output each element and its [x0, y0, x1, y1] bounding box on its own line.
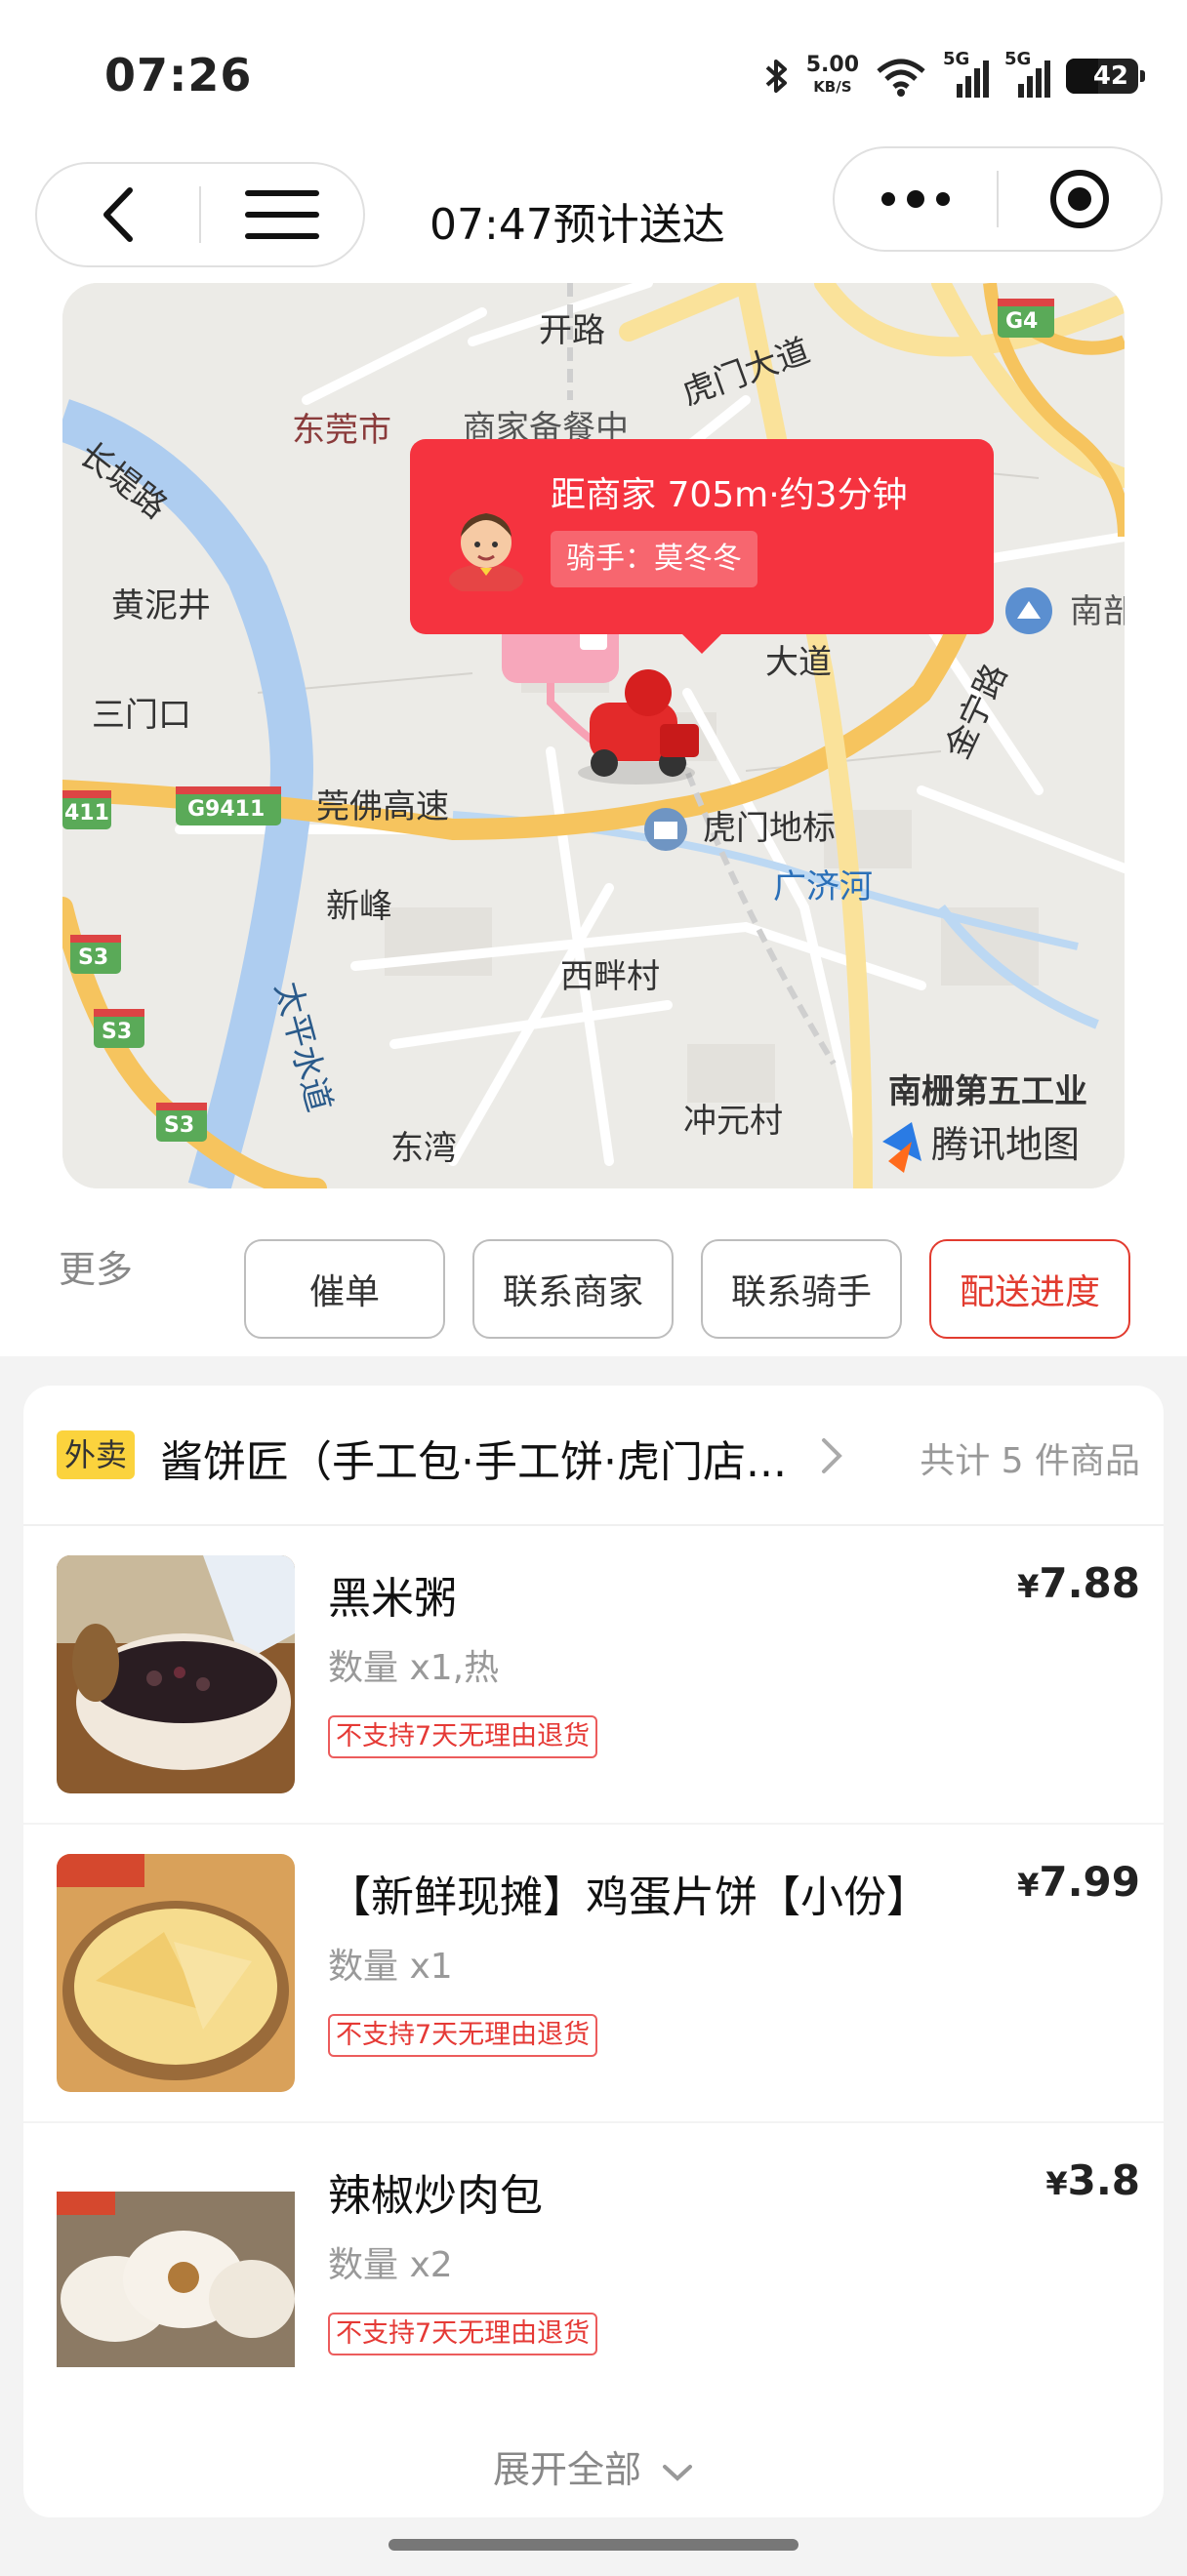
svg-text:腾讯地图: 腾讯地图 — [931, 1123, 1080, 1166]
more-button[interactable] — [835, 148, 997, 250]
order-actions: 更多 催单 联系商家 联系骑手 配送进度 — [0, 1188, 1187, 1356]
item-name: 辣椒炒肉包 — [328, 2171, 543, 2221]
item-image — [57, 1555, 295, 1793]
rider-avatar — [449, 513, 523, 591]
map-card: 长堤路 东莞市 商家备餐中 虎门大道 黄泥井 三门口 莞佛高速 新峰 虎门地标 … — [0, 283, 1187, 1356]
home-indicator[interactable] — [389, 2539, 798, 2551]
map-label: 虎门地标 — [703, 809, 836, 848]
item-price: ¥3.8 — [1045, 2156, 1140, 2204]
item-price: ¥7.99 — [1017, 1858, 1140, 1906]
no-return-tag: 不支持7天无理由退货 — [328, 2014, 598, 2057]
distance-text: 距商家 705m·约3分钟 — [551, 475, 908, 515]
s3-shield: S3 — [102, 1020, 132, 1044]
menu-button[interactable] — [201, 164, 363, 265]
battery-icon: 42 — [1066, 59, 1145, 94]
order-card: 外卖 酱饼匠（手工包·手工饼·虎门店... 共计 5 件商品 黑米粥 数量 x1… — [23, 1386, 1164, 2517]
item-name: 黑米粥 — [328, 1574, 457, 1624]
back-button[interactable] — [37, 164, 199, 265]
item-quantity: 数量 x1 — [328, 1947, 453, 1987]
rider-info-popup[interactable]: 距商家 705m·约3分钟 骑手：莫冬冬 — [410, 439, 994, 654]
signal-5g-icon: 5G — [943, 49, 989, 98]
no-return-tag: 不支持7天无理由退货 — [328, 1715, 598, 1758]
chevron-right-icon — [822, 1438, 842, 1473]
mini-program-capsule — [833, 146, 1163, 252]
map-label: 黄泥井 — [111, 586, 211, 625]
map-label: 西畔村 — [560, 957, 660, 996]
item-price: ¥7.88 — [1017, 1559, 1140, 1607]
takeout-tag: 外卖 — [57, 1430, 136, 1479]
item-quantity: 数量 x1,热 — [328, 1648, 500, 1688]
item-count: 共计 5 件商品 — [920, 1441, 1140, 1481]
map-label: 东莞市 — [292, 411, 391, 450]
status-icons: 5.00 KB/S 5G 5G 42 — [763, 49, 1145, 101]
delivery-map[interactable]: 长堤路 东莞市 商家备餐中 虎门大道 黄泥井 三门口 莞佛高速 新峰 虎门地标 … — [62, 283, 1125, 1188]
hamburger-menu-icon — [244, 190, 319, 239]
g4-shield: G4 — [1005, 309, 1038, 334]
expand-all-label: 展开全部 — [492, 2448, 641, 2491]
item-name: 【新鲜现摊】鸡蛋片饼【小份】 — [328, 1872, 929, 1922]
order-item[interactable]: 黑米粥 数量 x1,热 不支持7天无理由退货 ¥7.88 — [23, 1524, 1164, 1825]
wifi-icon — [877, 59, 925, 97]
map-label: 南部 — [1070, 592, 1125, 631]
map-label: 冲元村 — [683, 1102, 783, 1141]
more-link[interactable]: 更多 — [59, 1239, 133, 1293]
urge-order-button[interactable]: 催单 — [244, 1239, 445, 1339]
g9411-shield-left: 411 — [64, 801, 109, 825]
order-item[interactable]: 【新鲜现摊】鸡蛋片饼【小份】 数量 x1 不支持7天无理由退货 ¥7.99 — [23, 1823, 1164, 2123]
order-item[interactable]: 辣椒炒肉包 数量 x2 不支持7天无理由退货 ¥3.8 — [23, 2121, 1164, 2420]
map-label: 新峰 — [326, 887, 392, 926]
delivery-progress-button[interactable]: 配送进度 — [929, 1239, 1130, 1339]
landmark-icon — [644, 808, 687, 851]
map-label: 南栅第五工业 — [888, 1072, 1087, 1111]
no-return-tag: 不支持7天无理由退货 — [328, 2313, 598, 2355]
map-label: 莞佛高速 — [316, 787, 449, 826]
map-canvas: 长堤路 东莞市 商家备餐中 虎门大道 黄泥井 三门口 莞佛高速 新峰 虎门地标 … — [62, 283, 1125, 1188]
target-circle-icon — [1049, 170, 1109, 228]
status-time: 07:26 — [104, 49, 253, 101]
item-image — [57, 1854, 295, 2092]
item-image — [57, 2153, 295, 2391]
bluetooth-icon — [765, 60, 787, 93]
map-label: 大道 — [765, 643, 832, 682]
status-bar: 07:26 5.00 KB/S 5G 5G 42 — [0, 0, 1187, 146]
map-label: 开路 — [539, 311, 605, 350]
contact-rider-button[interactable]: 联系骑手 — [701, 1239, 902, 1339]
chevron-down-icon — [663, 2464, 693, 2481]
building-icon — [1005, 587, 1052, 634]
more-dots-icon — [881, 190, 950, 208]
nav-capsule-left — [35, 162, 365, 267]
item-quantity: 数量 x2 — [328, 2245, 453, 2285]
signal-5g-icon-2: 5G — [1004, 49, 1050, 98]
map-label: 三门口 — [92, 696, 191, 735]
s3-shield: S3 — [78, 946, 108, 970]
close-button[interactable] — [999, 148, 1161, 250]
store-row[interactable]: 外卖 酱饼匠（手工包·手工饼·虎门店... 共计 5 件商品 — [23, 1386, 1164, 1526]
chevron-left-icon — [103, 187, 133, 242]
contact-merchant-button[interactable]: 联系商家 — [472, 1239, 674, 1339]
rider-name: 骑手：莫冬冬 — [551, 531, 757, 587]
s3-shield: S3 — [164, 1113, 194, 1138]
store-name: 酱饼匠（手工包·手工饼·虎门店... — [160, 1437, 787, 1487]
net-speed: 5.00 KB/S — [805, 53, 859, 97]
g9411-shield: G9411 — [187, 797, 265, 822]
nav-bar: 07:47预计送达 — [0, 146, 1187, 283]
expand-all-button[interactable]: 展开全部 — [23, 2439, 1164, 2493]
page-title: 07:47预计送达 — [430, 200, 725, 250]
map-label: 广济河 — [773, 867, 873, 906]
map-label: 东湾 — [390, 1129, 457, 1168]
